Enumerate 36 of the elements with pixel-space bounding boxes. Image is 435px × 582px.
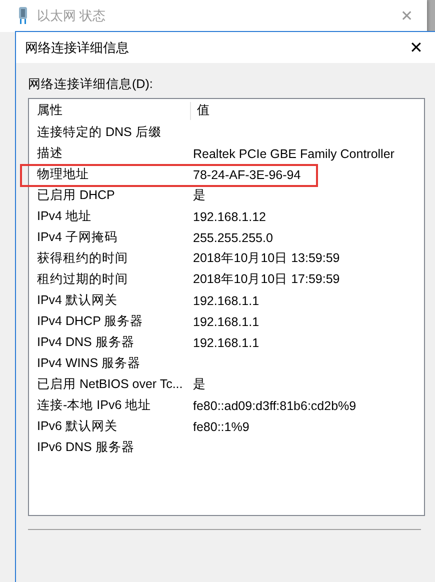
- property-cell-text: IPv4 默认网关: [36, 292, 118, 309]
- value-cell: fe80::1%9: [193, 420, 250, 434]
- property-cell-text: 连接-本地 IPv6 地址: [36, 397, 152, 414]
- property-cell-text: IPv4 地址: [36, 208, 92, 225]
- value-cell: 192.168.1.1: [193, 336, 260, 350]
- property-cell-text: 连接特定的 DNS 后缀: [36, 124, 162, 141]
- property-cell-text: IPv6 DNS 服务器: [36, 439, 136, 456]
- value-cell: 78-24-AF-3E-96-94: [193, 168, 301, 182]
- value-cell: fe80::ad09:d3ff:81b6:cd2b%9: [193, 398, 356, 412]
- value-cell: 是: [193, 376, 206, 393]
- dialog-title: 网络连接详细信息: [25, 38, 130, 56]
- value-cell: 192.168.1.1: [193, 294, 260, 308]
- property-cell-text: 已启用 NetBIOS over Tc...: [36, 376, 184, 393]
- value-cell: 255.255.255.0: [193, 230, 273, 244]
- value-cell: 192.168.1.12: [193, 210, 266, 224]
- column-header[interactable]: 值: [197, 102, 210, 119]
- window-title: 以太网 状态: [37, 7, 107, 25]
- value-cell: Realtek PCIe GBE Family Controller: [193, 146, 394, 160]
- close-button[interactable]: ✕: [397, 38, 435, 58]
- column-header[interactable]: 属性: [29, 102, 191, 120]
- ethernet-icon: [18, 7, 28, 25]
- property-cell-text: IPv4 子网掩码: [36, 229, 118, 246]
- property-cell-text: 已启用 DHCP: [36, 187, 116, 204]
- property-cell-text: IPv4 DHCP 服务器: [36, 313, 144, 330]
- list-label: 网络连接详细信息(D):: [28, 76, 154, 92]
- value-cell: 是: [193, 187, 206, 204]
- property-cell-text: IPv4 WINS 服务器: [36, 355, 142, 372]
- value-cell: 2018年10月10日 17:59:59: [193, 271, 340, 288]
- property-cell-text: 描述: [36, 145, 64, 162]
- property-cell-text: 获得租约的时间: [36, 250, 129, 267]
- property-cell-text: 物理地址: [36, 166, 90, 183]
- property-cell-text: IPv4 DNS 服务器: [36, 334, 136, 351]
- property-cell-text: IPv6 默认网关: [36, 418, 118, 435]
- value-cell: 192.168.1.1: [193, 314, 260, 328]
- value-cell: 2018年10月10日 13:59:59: [193, 250, 340, 267]
- property-cell-text: 租约过期的时间: [36, 271, 129, 288]
